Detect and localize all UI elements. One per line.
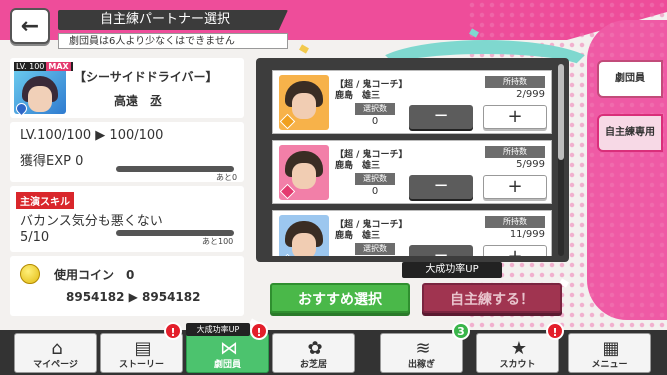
scout-alert-badge: !	[546, 322, 564, 340]
nav-tab-label: ストーリー	[118, 360, 164, 370]
level-progress-text: LV.100/100 ▶ 100/100	[20, 128, 164, 143]
filter-training-only-button[interactable]: 自主練専用	[597, 114, 663, 152]
book-icon: ▤	[134, 338, 152, 359]
coin-cost-label: 使用コイン 0	[54, 268, 135, 282]
nav-tab-label: お芝居	[299, 360, 327, 370]
nav-success-rate-up-tag: 大成功率UP	[186, 323, 250, 336]
work-count-badge: 3	[452, 322, 470, 340]
coin-box: 使用コイン 0 8954182 ▶ 8954182	[10, 256, 244, 316]
attribute-badge-icon	[279, 113, 296, 130]
home-icon: ⌂	[51, 338, 63, 359]
partner-name: 鹿島 雄三	[335, 91, 381, 101]
nav-tab-label: 劇団員	[213, 360, 241, 370]
list-item[interactable]: 【超 / 鬼コーチ】 鹿島 雄三 所持数 11/999 選択数 0 − +	[272, 210, 552, 256]
partner-avatar	[279, 145, 329, 200]
selected-label: 選択数	[355, 243, 395, 255]
page-title: 自主練パートナー選択	[58, 10, 288, 30]
story-alert-badge: !	[164, 322, 182, 340]
partner-list-panel: 【超 / 鬼コーチ】 鹿島 雄三 所持数 2/999 選択数 0 − + 【超 …	[256, 58, 569, 262]
increment-button[interactable]: +	[483, 245, 547, 256]
owned-count: 5/999	[516, 159, 545, 170]
coins-icon: ≋	[415, 338, 431, 359]
owned-count: 11/999	[509, 229, 545, 240]
nav-tab-label: 出稼ぎ	[407, 360, 435, 370]
skill-box: 主演スキル バカンス気分も悪くない 5/10 あと100	[10, 186, 244, 252]
attribute-badge-icon	[279, 183, 296, 200]
grid-menu-icon: ▦	[602, 338, 620, 359]
back-button[interactable]: ←	[10, 8, 50, 44]
selected-label: 選択数	[355, 173, 395, 185]
skill-level: 5/10	[20, 230, 50, 245]
increment-button[interactable]: +	[483, 175, 547, 199]
list-scrollbar[interactable]	[558, 64, 564, 256]
decrement-button[interactable]: −	[409, 175, 473, 199]
exp-remaining: あと0	[216, 173, 238, 182]
selected-label: 選択数	[355, 103, 395, 115]
scout-star-icon: ★	[510, 338, 528, 359]
members-alert-badge: !	[250, 322, 268, 340]
character-name: 高遠 丞	[114, 94, 163, 108]
skill-tag: 主演スキル	[16, 192, 74, 209]
decrement-button[interactable]: −	[409, 245, 473, 256]
character-card[interactable]: LV. 100 MAX 【シーサイドドライバー】 高遠 丞	[10, 58, 244, 118]
coin-balance: 8954182 ▶ 8954182	[66, 290, 201, 304]
increment-button[interactable]: +	[483, 105, 547, 129]
nav-tab-play[interactable]: ✿ お芝居	[272, 333, 355, 373]
max-tag: MAX	[46, 62, 71, 71]
filter-sidebar: 劇団員 自主練専用	[587, 38, 667, 318]
coin-icon	[20, 264, 40, 284]
decrement-button[interactable]: −	[409, 105, 473, 129]
nav-tab-scout[interactable]: ★ スカウト	[476, 333, 559, 373]
nav-tab-label: マイページ	[33, 360, 78, 370]
recommend-select-button[interactable]: おすすめ選択	[270, 283, 410, 313]
level-box: LV.100/100 ▶ 100/100 獲得EXP 0 あと0	[10, 122, 244, 182]
partner-detail-panel: LV. 100 MAX 【シーサイドドライバー】 高遠 丞 LV.100/100 …	[10, 58, 244, 316]
arrow-left-icon: ←	[20, 13, 40, 39]
partner-avatar	[279, 215, 329, 256]
filter-members-button[interactable]: 劇団員	[597, 60, 663, 98]
owned-label: 所持数	[485, 216, 545, 228]
bottom-nav: ⌂ マイページ ▤ ストーリー ⋈ 劇団員 ✿ お芝居 ≋ 出稼ぎ ★ スカウト ▦ メニュー	[0, 330, 667, 375]
owned-label: 所持数	[485, 76, 545, 88]
start-training-button[interactable]: 自主練する！	[422, 283, 562, 313]
partner-name: 鹿島 雄三	[335, 161, 381, 171]
confetti	[299, 44, 309, 54]
nav-tab-mypage[interactable]: ⌂ マイページ	[14, 333, 97, 373]
selected-count: 0	[371, 116, 379, 127]
theater-icon: ✿	[307, 338, 323, 359]
exp-gained-text: 獲得EXP 0	[20, 154, 84, 169]
list-item[interactable]: 【超 / 鬼コーチ】 鹿島 雄三 所持数 2/999 選択数 0 − +	[272, 70, 552, 134]
owned-label: 所持数	[485, 146, 545, 158]
selected-count: 0	[371, 186, 379, 197]
ribbon-icon: ⋈	[220, 338, 238, 359]
page-subtitle: 劇団員は6人より少なくはできません	[58, 33, 288, 49]
skill-name: バカンス気分も悪くない	[20, 214, 163, 229]
success-rate-up-tag: 大成功率UP	[402, 262, 502, 278]
partner-name: 鹿島 雄三	[335, 231, 381, 241]
list-item[interactable]: 【超 / 鬼コーチ】 鹿島 雄三 所持数 5/999 選択数 0 − +	[272, 140, 552, 204]
owned-count: 2/999	[516, 89, 545, 100]
partner-list[interactable]: 【超 / 鬼コーチ】 鹿島 雄三 所持数 2/999 選択数 0 − + 【超 …	[262, 64, 562, 256]
level-tag: LV. 100 MAX	[14, 62, 73, 71]
scrollbar-thumb[interactable]	[558, 64, 564, 160]
partner-avatar	[279, 75, 329, 130]
nav-tab-menu[interactable]: ▦ メニュー	[568, 333, 651, 373]
nav-tab-work[interactable]: ≋ 出稼ぎ	[380, 333, 463, 373]
nav-tab-label: メニュー	[591, 360, 628, 370]
nav-tab-label: スカウト	[499, 360, 536, 370]
skill-remaining: あと100	[202, 237, 234, 246]
character-card-title: 【シーサイドドライバー】	[74, 70, 218, 84]
